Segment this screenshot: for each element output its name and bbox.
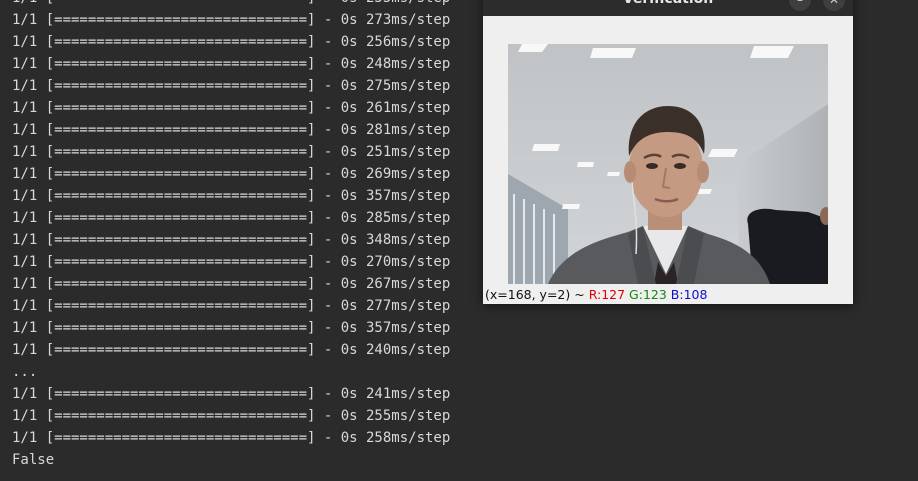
pixel-green-value: G:123 bbox=[629, 287, 667, 302]
terminal-line: 1/1 [==============================] - 0… bbox=[12, 122, 451, 138]
pixel-status-bar: (x=168, y=2) ~ R:127 G:123 B:108 bbox=[485, 287, 707, 303]
verification-window: Verification – ✕ bbox=[483, 0, 853, 304]
terminal-line: ... bbox=[12, 364, 38, 380]
terminal-line: 1/1 [==============================] - 0… bbox=[12, 100, 451, 116]
terminal-line: 1/1 [==============================] - 0… bbox=[12, 254, 451, 270]
terminal-line: 1/1 [==============================] - 0… bbox=[12, 0, 450, 9]
terminal-line: 1/1 [==============================] - 0… bbox=[12, 320, 451, 336]
terminal-line: 1/1 [==============================] - 0… bbox=[12, 210, 451, 226]
minimize-icon: – bbox=[797, 0, 803, 7]
terminal-lines: 1/1 [==============================] - 0… bbox=[12, 0, 450, 471]
terminal-line: 1/1 [==============================] - 0… bbox=[12, 56, 451, 72]
terminal-line: 1/1 [==============================] - 0… bbox=[12, 34, 451, 50]
terminal-line: 1/1 [==============================] - 0… bbox=[12, 430, 451, 446]
terminal-line: 1/1 [==============================] - 0… bbox=[12, 12, 451, 28]
close-button[interactable]: ✕ bbox=[823, 0, 845, 11]
pixel-blue-value: B:108 bbox=[670, 287, 708, 302]
pixel-red-value: R:127 bbox=[588, 287, 626, 302]
window-titlebar[interactable]: Verification – ✕ bbox=[483, 0, 853, 16]
webcam-image[interactable] bbox=[508, 44, 828, 284]
terminal-line: 1/1 [==============================] - 0… bbox=[12, 166, 451, 182]
cursor-coordinates: (x=168, y=2) ~ bbox=[485, 287, 589, 302]
terminal-line: False bbox=[12, 452, 55, 468]
terminal-line: 1/1 [==============================] - 0… bbox=[12, 276, 451, 292]
terminal-line: 1/1 [==============================] - 0… bbox=[12, 298, 451, 314]
terminal-line: 1/1 [==============================] - 0… bbox=[12, 144, 451, 160]
close-icon: ✕ bbox=[828, 0, 840, 7]
terminal-line: 1/1 [==============================] - 0… bbox=[12, 408, 451, 424]
terminal-line: 1/1 [==============================] - 0… bbox=[12, 78, 451, 94]
minimize-button[interactable]: – bbox=[789, 0, 811, 11]
webcam-frame bbox=[508, 44, 828, 284]
terminal-line: 1/1 [==============================] - 0… bbox=[12, 188, 451, 204]
terminal-line: 1/1 [==============================] - 0… bbox=[12, 232, 451, 248]
terminal-line: 1/1 [==============================] - 0… bbox=[12, 386, 451, 402]
terminal-line: 1/1 [==============================] - 0… bbox=[12, 342, 451, 358]
